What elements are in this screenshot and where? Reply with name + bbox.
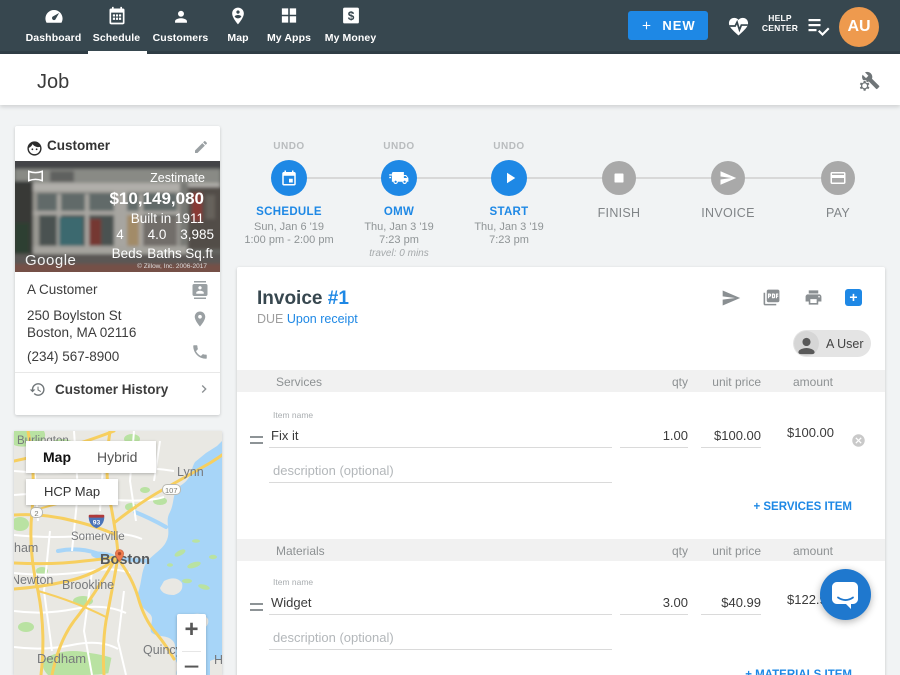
svg-text:$: $ xyxy=(347,9,354,23)
svg-text:93: 93 xyxy=(93,520,101,527)
